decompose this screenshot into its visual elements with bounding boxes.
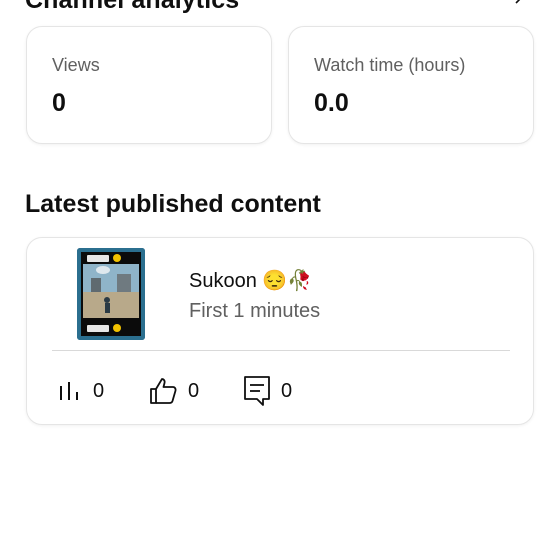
watch-time-card[interactable]: Watch time (hours) 0.0 [288,26,534,144]
latest-content-title: Latest published content [25,190,321,218]
likes-metric: 0 [148,373,199,409]
channel-analytics-title: Channel analytics [25,0,240,14]
watch-time-value: 0.0 [314,89,349,117]
views-card[interactable]: Views 0 [26,26,272,144]
views-value: 0 [52,89,66,117]
comments-count: 0 [281,379,293,402]
likes-count: 0 [188,379,200,402]
views-metric: 0 [57,373,104,409]
comments-metric: 0 [243,373,292,409]
views-count: 0 [93,379,105,402]
latest-content-card[interactable]: Sukoon 😔🥀 First 1 minutes 0 0 0 [26,237,534,425]
thumbnail-image [77,248,145,340]
views-label: Views [52,55,100,75]
video-period: First 1 minutes [189,300,321,322]
watch-time-label: Watch time (hours) [314,55,466,75]
video-thumbnail[interactable] [77,248,145,340]
bar-chart-icon [60,382,78,400]
chevron-right-icon[interactable] [512,0,526,4]
analytics-page: Channel analytics Views 0 Watch time (ho… [0,0,560,560]
card-divider [52,350,510,351]
thumbs-up-icon [150,378,177,404]
comment-icon [244,376,270,406]
video-title[interactable]: Sukoon 😔🥀 [189,268,312,293]
